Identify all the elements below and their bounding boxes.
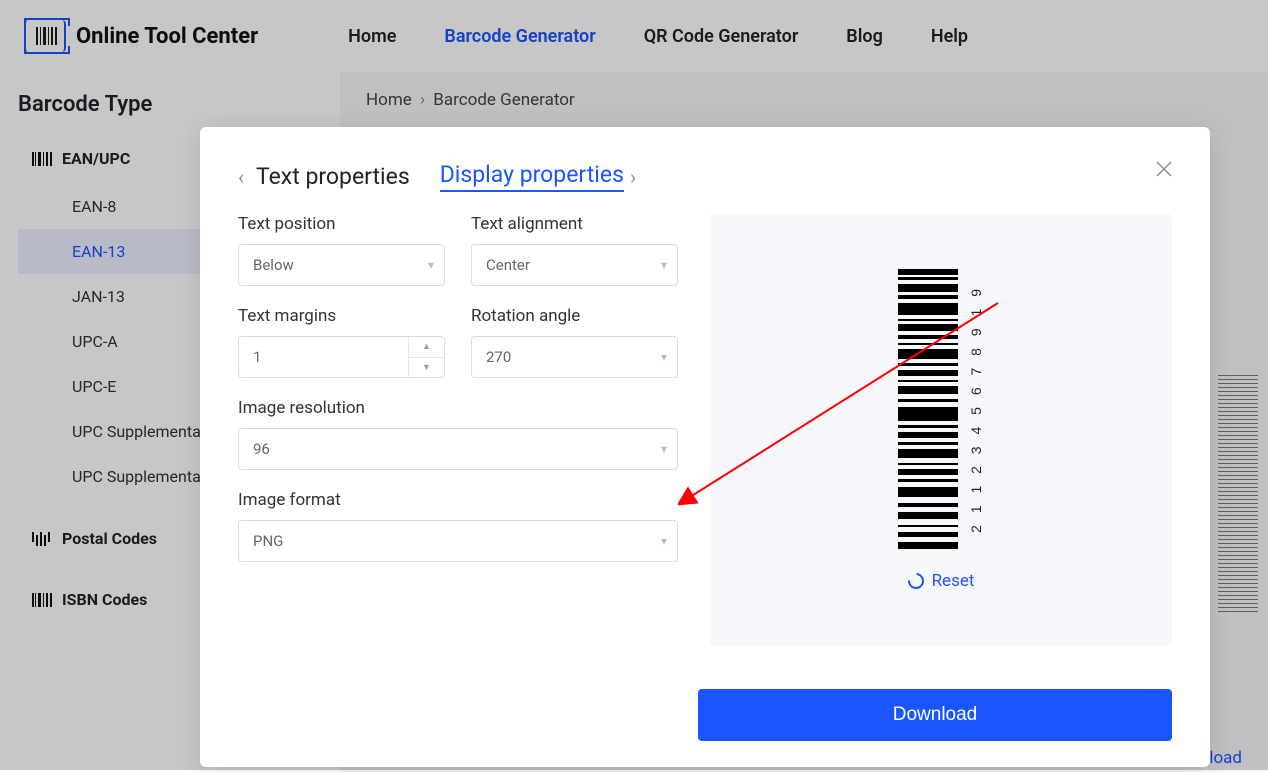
reset-label: Reset xyxy=(932,571,975,591)
chevron-down-icon: ▾ xyxy=(661,534,667,548)
reset-icon xyxy=(904,570,927,593)
chevron-down-icon: ▾ xyxy=(428,258,434,272)
label-text-margins: Text margins xyxy=(238,306,445,326)
nav-home[interactable]: Home xyxy=(348,26,396,47)
download-button[interactable]: Download xyxy=(698,689,1172,741)
background-barcode-preview xyxy=(1218,372,1258,612)
input-text-margins[interactable]: 1 ▲ ▼ xyxy=(238,336,445,378)
sidebar-group-label: ISBN Codes xyxy=(62,590,147,609)
label-image-format: Image format xyxy=(238,490,678,510)
select-value: 270 xyxy=(486,348,511,366)
top-nav: Online Tool Center Home Barcode Generato… xyxy=(0,0,1268,72)
barcode-logo-icon xyxy=(24,20,66,52)
sidebar-group-label: EAN/UPC xyxy=(62,149,130,168)
brand-logo[interactable]: Online Tool Center xyxy=(24,20,258,52)
input-value: 1 xyxy=(253,348,261,366)
brand-name: Online Tool Center xyxy=(76,24,258,49)
chevron-down-icon: ▾ xyxy=(661,442,667,456)
label-rotation-angle: Rotation angle xyxy=(471,306,678,326)
barcode-stripes xyxy=(898,269,958,549)
barcode-digits: 2 1 1 2 3 4 5 6 7 8 9 1 9 xyxy=(968,285,984,533)
select-image-resolution[interactable]: 96 ▾ xyxy=(238,428,678,470)
stepper-down[interactable]: ▼ xyxy=(409,358,444,378)
tab-text-properties[interactable]: ‹ Text properties xyxy=(238,163,410,190)
chevron-right-icon: › xyxy=(630,165,642,189)
select-text-position[interactable]: Below ▾ xyxy=(238,244,445,286)
chevron-left-icon: ‹ xyxy=(238,165,250,189)
select-value: Center xyxy=(486,256,530,274)
label-text-alignment: Text alignment xyxy=(471,214,678,234)
chevron-down-icon: ▾ xyxy=(661,258,667,272)
reset-button[interactable]: Reset xyxy=(908,571,975,591)
breadcrumb: Home › Barcode Generator xyxy=(366,90,1242,110)
chevron-right-icon: › xyxy=(420,90,425,110)
barcode-icon xyxy=(32,152,52,166)
select-image-format[interactable]: PNG ▾ xyxy=(238,520,678,562)
barcode-icon xyxy=(32,593,52,607)
select-value: Below xyxy=(253,256,294,274)
barcode-preview: 2 1 1 2 3 4 5 6 7 8 9 1 9 Reset xyxy=(710,214,1172,646)
settings-form: Text position Below ▾ Text alignment Cen… xyxy=(238,214,678,646)
label-text-position: Text position xyxy=(238,214,445,234)
sidebar-group-label: Postal Codes xyxy=(62,529,157,548)
tab-label: Display properties xyxy=(440,161,624,192)
breadcrumb-home[interactable]: Home xyxy=(366,90,412,110)
close-button[interactable] xyxy=(1152,157,1176,181)
stepper-up[interactable]: ▲ xyxy=(409,337,444,358)
select-value: 96 xyxy=(253,440,270,458)
tab-display-properties[interactable]: Display properties › xyxy=(440,161,642,192)
barcode-icon xyxy=(32,532,52,546)
select-text-alignment[interactable]: Center ▾ xyxy=(471,244,678,286)
label-image-resolution: Image resolution xyxy=(238,398,678,418)
tab-label: Text properties xyxy=(256,163,410,190)
background-download-text: load xyxy=(1209,748,1242,768)
select-rotation-angle[interactable]: 270 ▾ xyxy=(471,336,678,378)
select-value: PNG xyxy=(253,532,283,550)
nav-barcode-generator[interactable]: Barcode Generator xyxy=(444,26,595,47)
breadcrumb-current: Barcode Generator xyxy=(433,90,574,110)
sidebar-title: Barcode Type xyxy=(18,92,332,117)
nav-blog[interactable]: Blog xyxy=(846,26,883,47)
nav-qr-code-generator[interactable]: QR Code Generator xyxy=(644,26,799,47)
nav-help[interactable]: Help xyxy=(931,26,968,47)
close-icon xyxy=(1152,157,1176,181)
settings-modal: ‹ Text properties Display properties › T… xyxy=(200,127,1210,767)
barcode-image: 2 1 1 2 3 4 5 6 7 8 9 1 9 xyxy=(898,269,984,549)
chevron-down-icon: ▾ xyxy=(661,350,667,364)
